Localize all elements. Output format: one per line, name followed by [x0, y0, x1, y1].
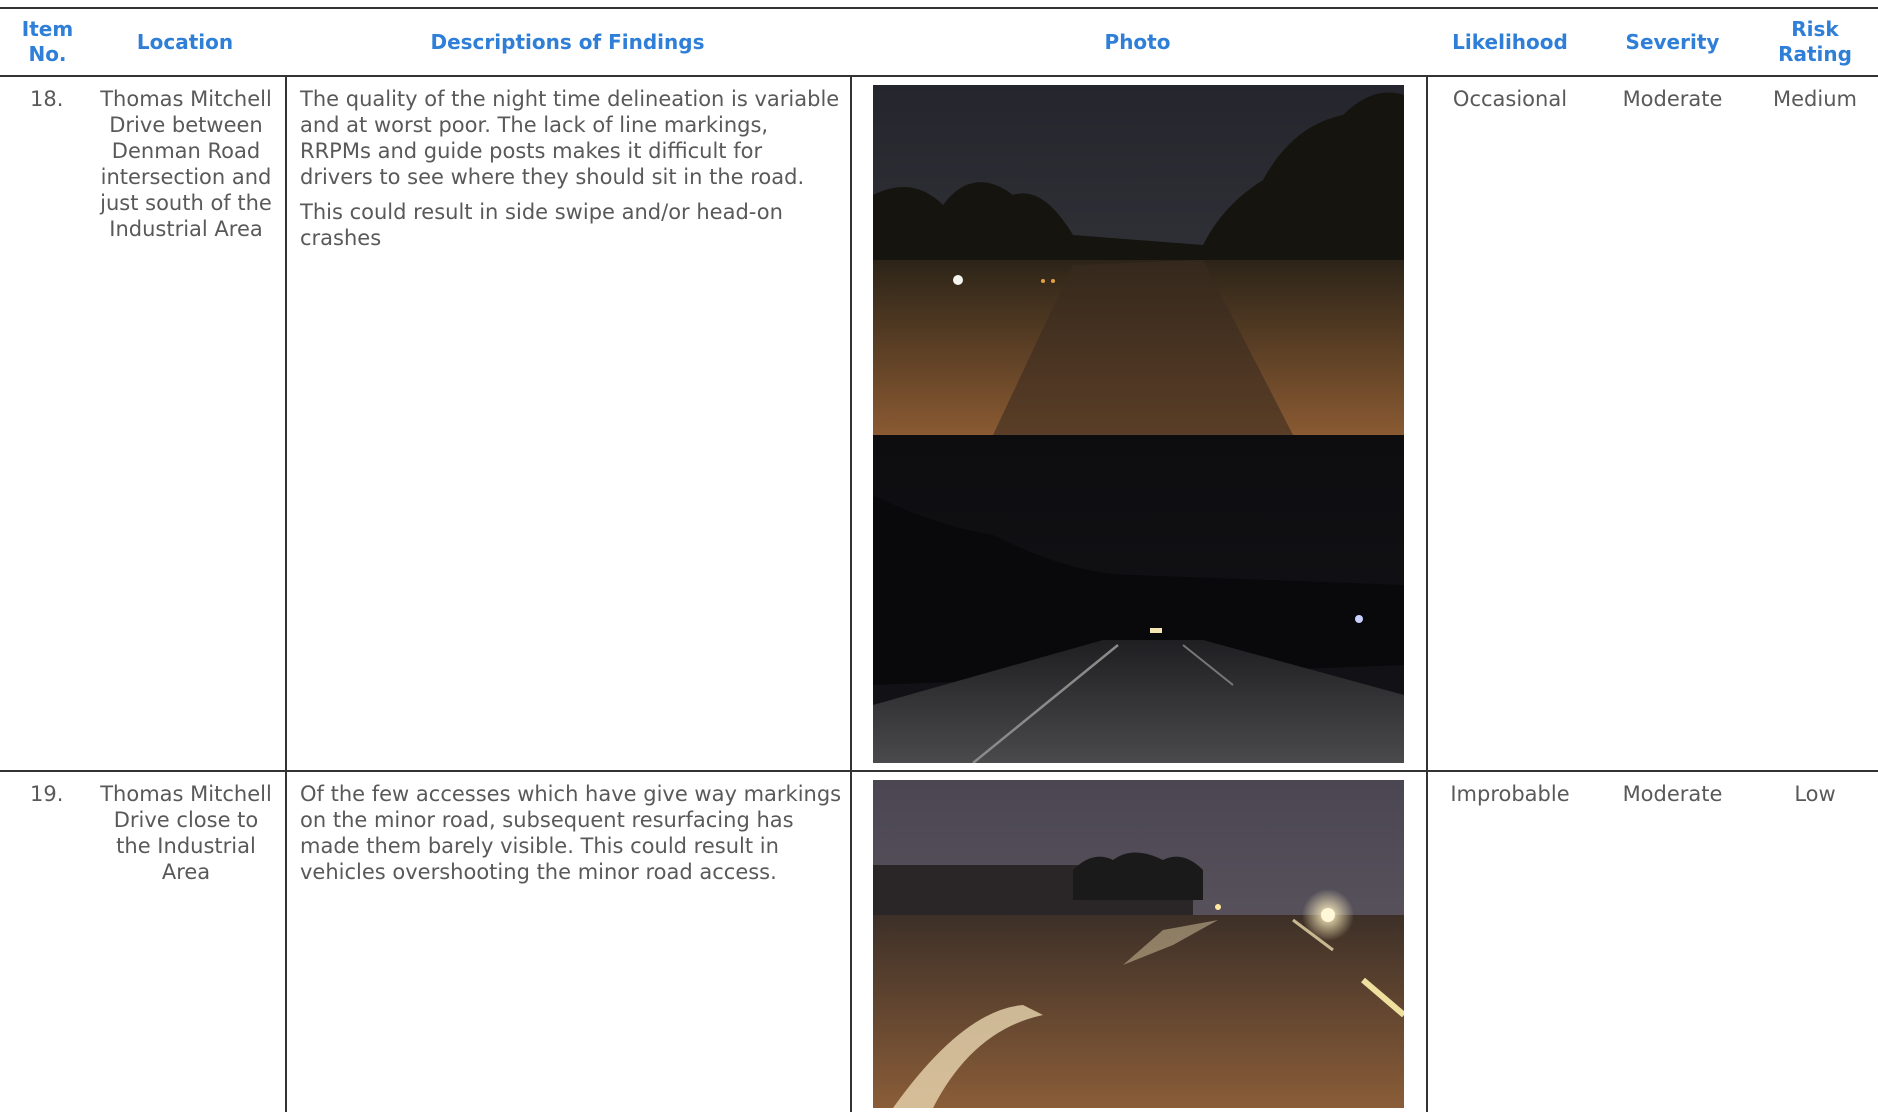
item-number: 19. — [30, 782, 64, 806]
row-divider — [0, 770, 1878, 772]
header-item-no: Item No. — [21, 17, 74, 66]
header-photo: Photo — [1104, 30, 1171, 54]
location-text: Thomas Mitchell Drive between Denman Roa… — [100, 87, 272, 241]
header-severity: Severity — [1625, 30, 1720, 54]
night-road-photo — [873, 85, 1404, 435]
finding-consequence: This could result in side swipe and/or h… — [300, 200, 783, 250]
column-rule — [850, 77, 852, 1112]
severity-value: Moderate — [1622, 782, 1723, 806]
location-text: Thomas Mitchell Drive close to the Indus… — [100, 782, 272, 884]
risk-rating-value: Low — [1794, 782, 1836, 806]
severity-value: Moderate — [1622, 87, 1723, 111]
item-number: 18. — [30, 87, 64, 111]
table-top-rule — [0, 7, 1878, 9]
risk-rating-value: Medium — [1773, 87, 1857, 111]
finding-description: Of the few accesses which have give way … — [300, 782, 842, 884]
night-road-photo — [873, 435, 1404, 763]
finding-description: The quality of the night time delineatio… — [300, 87, 840, 189]
header-likelihood: Likelihood — [1452, 30, 1568, 54]
likelihood-value: Occasional — [1452, 87, 1568, 111]
column-rule — [1426, 77, 1428, 1112]
header-description: Descriptions of Findings — [430, 30, 705, 54]
header-risk-rating: Risk Rating — [1778, 17, 1852, 66]
likelihood-value: Improbable — [1450, 782, 1570, 806]
header-location: Location — [136, 30, 234, 54]
column-rule — [285, 77, 287, 1112]
dusk-road-photo — [873, 780, 1404, 1108]
header-bottom-rule — [0, 75, 1878, 77]
